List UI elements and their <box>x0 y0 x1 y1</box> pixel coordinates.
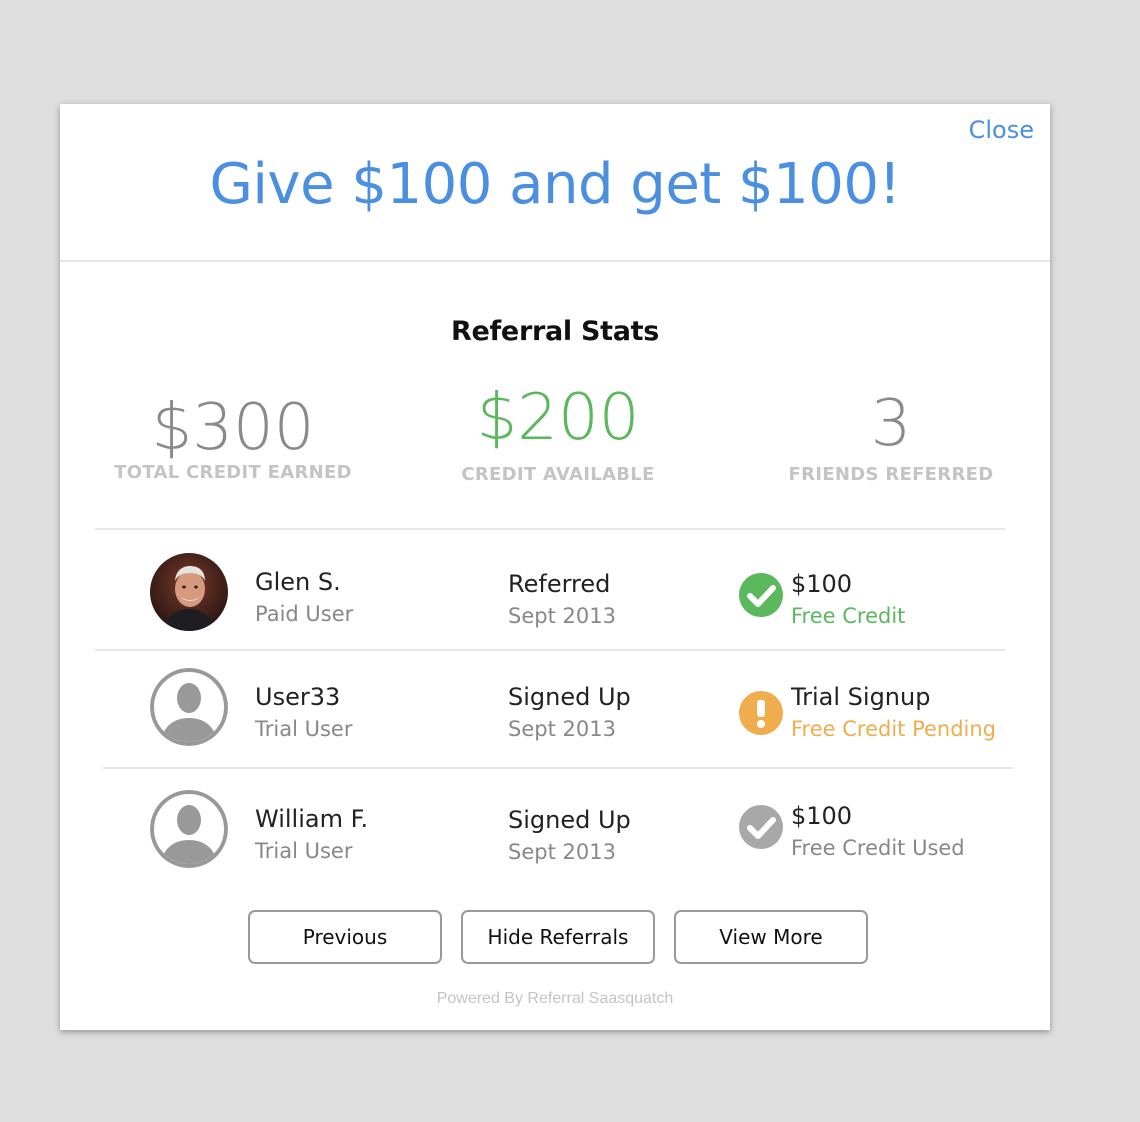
stat-total-credit-value: $300 <box>151 391 315 465</box>
referral-date: Sept 2013 <box>508 717 616 741</box>
stats-title: Referral Stats <box>450 316 660 347</box>
close-button[interactable]: Close <box>969 116 1034 144</box>
hide-referrals-button[interactable]: Hide Referrals <box>461 910 655 964</box>
referral-user-type: Paid User <box>255 602 354 626</box>
referral-status: Referred <box>508 570 611 598</box>
reward-title: Trial Signup <box>791 683 931 711</box>
referral-modal: Close Give $100 and get $100! Referral S… <box>60 104 1050 1030</box>
default-user-icon <box>150 790 228 868</box>
photo-avatar <box>150 553 228 631</box>
reward-subtitle: Free Credit <box>791 604 906 628</box>
previous-button[interactable]: Previous <box>248 910 442 964</box>
referral-user-type: Trial User <box>255 717 353 741</box>
referral-date: Sept 2013 <box>508 840 616 864</box>
stat-total-credit: $300 TOTAL CREDIT EARNED <box>73 392 393 483</box>
modal-headline: Give $100 and get $100! <box>209 152 901 217</box>
stat-friends-referred-value: 3 <box>870 387 912 461</box>
check-circle-icon <box>739 573 783 617</box>
stat-credit-available-value: $200 <box>476 381 640 455</box>
reward-subtitle: Free Credit Used <box>791 836 965 860</box>
referral-status: Signed Up <box>508 683 631 711</box>
stat-credit-available-label: CREDIT AVAILABLE <box>461 464 655 485</box>
view-more-button[interactable]: View More <box>674 910 868 964</box>
reward-subtitle: Free Credit Pending <box>791 717 997 741</box>
stat-friends-referred-label: FRIENDS REFERRED <box>788 464 994 485</box>
referral-name: User33 <box>255 683 341 711</box>
referral-name: Glen S. <box>255 568 341 596</box>
check-circle-icon <box>739 805 783 849</box>
powered-by-footer[interactable]: Powered By Referral Saasquatch <box>60 990 1050 1008</box>
referral-date: Sept 2013 <box>508 604 616 628</box>
referral-name: William F. <box>255 805 369 833</box>
referral-user-type: Trial User <box>255 839 353 863</box>
stat-credit-available: $200 CREDIT AVAILABLE <box>398 382 718 485</box>
stat-total-credit-label: TOTAL CREDIT EARNED <box>114 462 352 483</box>
stat-friends-referred: 3 FRIENDS REFERRED <box>731 388 1051 485</box>
header-divider <box>60 260 1050 262</box>
referral-status: Signed Up <box>508 806 631 834</box>
referral-row: William F. Trial User Signed Up Sept 201… <box>95 769 1005 887</box>
exclamation-circle-icon <box>739 691 783 735</box>
referral-row: User33 Trial User Signed Up Sept 2013 Tr… <box>95 651 1005 769</box>
reward-title: $100 <box>791 570 853 598</box>
default-user-icon <box>150 668 228 746</box>
referral-row: Glen S. Paid User Referred Sept 2013 $10… <box>95 530 1005 648</box>
reward-title: $100 <box>791 802 853 830</box>
